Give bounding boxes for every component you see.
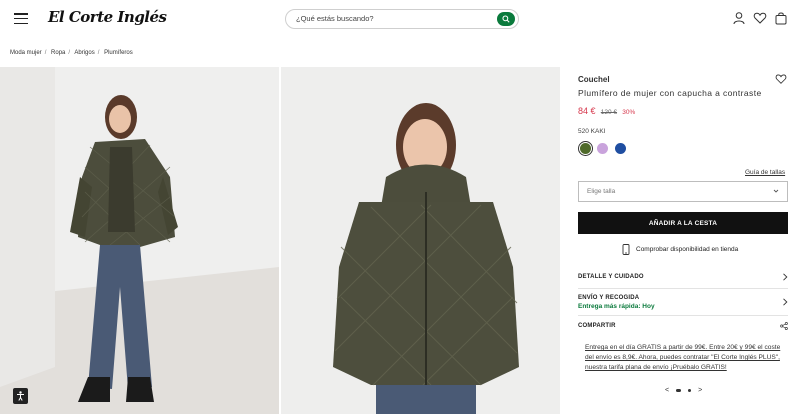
product-image-full-body[interactable] (0, 67, 279, 414)
model-full-body-illustration (0, 67, 279, 414)
share-icon (780, 322, 788, 330)
model-closeup-illustration (281, 67, 560, 414)
heart-icon[interactable] (753, 11, 767, 25)
bag-icon[interactable] (774, 11, 788, 25)
share-label: COMPARTIR (578, 323, 616, 329)
breadcrumb-item[interactable]: Ropa (51, 50, 65, 56)
accessibility-icon (17, 391, 24, 401)
size-guide-link[interactable]: Guía de tallas (745, 169, 785, 176)
swatch-kaki[interactable] (577, 140, 594, 157)
promo-pager: < > (665, 387, 702, 394)
pager-next-button[interactable]: > (698, 387, 702, 394)
check-store-availability[interactable]: Comprobar disponibilidad en tienda (622, 244, 738, 255)
accessibility-button[interactable] (13, 388, 28, 404)
product-title: Plumífero de mujer con capucha a contras… (578, 88, 762, 98)
current-price: 84 € (578, 106, 596, 116)
breadcrumb-item[interactable]: Moda mujer (10, 50, 42, 56)
original-price: 120 € (600, 109, 618, 116)
check-store-availability-label: Comprobar disponibilidad en tienda (636, 246, 739, 253)
chevron-down-icon (773, 189, 779, 193)
chevron-right-icon (783, 273, 788, 281)
add-to-cart-button[interactable]: AÑADIR A LA CESTA (578, 212, 788, 234)
share-row[interactable]: COMPARTIR (578, 316, 788, 337)
site-logo[interactable]: El Corte Inglés (48, 8, 167, 26)
accordion-details[interactable]: DETALLE Y CUIDADO (578, 268, 788, 289)
menu-icon[interactable] (14, 13, 28, 25)
pager-dot-active[interactable] (676, 389, 682, 392)
chevron-right-icon (783, 298, 788, 306)
search-input[interactable]: ¿Qué estás buscando? (296, 14, 374, 23)
accordion-shipping[interactable]: ENVÍO Y RECOGIDA Entrega más rápida: Hoy (578, 289, 788, 316)
user-icon[interactable] (732, 11, 746, 25)
size-select-placeholder: Elige talla (587, 188, 616, 195)
accordion-shipping-label: ENVÍO Y RECOGIDA (578, 295, 640, 301)
delivery-speed-text: Entrega más rápida: Hoy (578, 303, 655, 310)
size-select[interactable]: Elige talla (578, 181, 788, 202)
site-header: El Corte Inglés ¿Qué estás buscando? (0, 0, 800, 38)
breadcrumb-item[interactable]: Plumíferos (104, 50, 133, 56)
wishlist-heart-icon[interactable] (775, 73, 787, 85)
price-row: 84 € 120 € 30% (578, 106, 635, 116)
pager-dot[interactable] (688, 389, 692, 392)
search-icon (502, 15, 510, 23)
search-bar[interactable]: ¿Qué estás buscando? (285, 9, 519, 29)
pager-prev-button[interactable]: < (665, 387, 669, 394)
discount-badge: 30% (622, 109, 636, 116)
swatch-lila[interactable] (597, 143, 608, 154)
swatch-azul[interactable] (615, 143, 626, 154)
phone-icon (622, 244, 630, 255)
selected-color-name: 520 KAKI (578, 128, 606, 135)
breadcrumb: Moda mujer / Ropa / Abrigos / Plumíferos (10, 50, 133, 56)
search-button[interactable] (497, 12, 515, 26)
breadcrumb-item[interactable]: Abrigos (74, 50, 94, 56)
shipping-promo-text[interactable]: Entrega en el día GRATIS a partir de 99€… (585, 343, 785, 373)
accordion-details-label: DETALLE Y CUIDADO (578, 274, 644, 280)
product-brand[interactable]: Couchel (578, 75, 610, 84)
product-image-closeup[interactable] (281, 67, 560, 414)
